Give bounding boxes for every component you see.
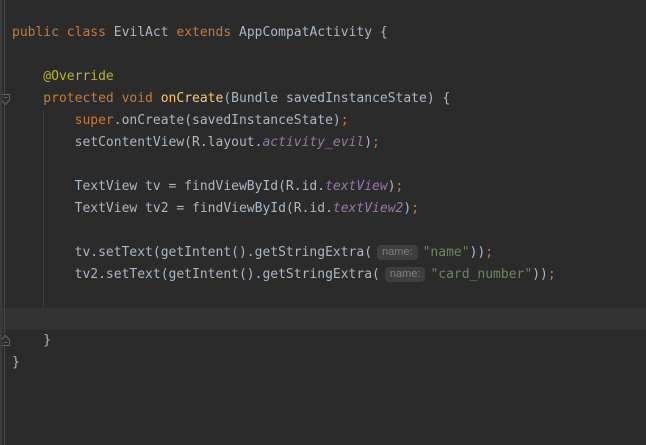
code-token-default: setContentView(R.layout. (12, 135, 262, 150)
code-token-default: ) (364, 135, 372, 150)
code-token-default: TextView tv2 = findViewById(R.id. (12, 201, 333, 216)
code-token-default: AppCompatActivity { (239, 25, 388, 40)
code-token-field: activity_evil (262, 135, 364, 150)
code-token-default: TextView tv = findViewById(R.id. (12, 179, 325, 194)
code-token-keyword: super (12, 113, 114, 128)
code-line-5[interactable]: super.onCreate(savedInstanceState); (12, 110, 556, 132)
code-token-default: tv.setText(getIntent().getStringExtra( (12, 245, 372, 260)
code-line-12[interactable]: tv2.setText(getIntent().getStringExtra( n… (12, 264, 556, 286)
code-token-default: tv2.setText(getIntent().getStringExtra( (12, 267, 380, 282)
code-token-semicolon: ; (485, 245, 493, 260)
intellij-code-editor[interactable]: public class EvilAct extends AppCompatAc… (0, 0, 646, 445)
code-token-keyword: extends (176, 25, 239, 40)
code-line-7[interactable] (12, 154, 556, 176)
code-line-10[interactable] (12, 220, 556, 242)
code-line-14[interactable] (12, 308, 556, 330)
code-token-keyword: protected void (12, 91, 161, 106)
parameter-hint-badge[interactable]: name: (377, 245, 418, 260)
code-line-1[interactable]: public class EvilAct extends AppCompatAc… (12, 22, 556, 44)
code-line-4[interactable]: protected void onCreate(Bundle savedInst… (12, 88, 556, 110)
code-line-11[interactable]: tv.setText(getIntent().getStringExtra( na… (12, 242, 556, 264)
parameter-hint-badge[interactable]: name: (385, 267, 426, 282)
code-line-2[interactable] (12, 44, 556, 66)
code-line-6[interactable]: setContentView(R.layout.activity_evil); (12, 132, 556, 154)
code-token-default: } (12, 333, 51, 348)
code-token-keyword: public class (12, 25, 114, 40)
code-token-annotation: @Override (12, 69, 114, 84)
code-token-default: ) (388, 179, 396, 194)
code-token-field: textView (325, 179, 388, 194)
code-line-3[interactable]: @Override (12, 66, 556, 88)
code-line-13[interactable] (12, 286, 556, 308)
code-token-semicolon: ; (396, 179, 404, 194)
code-token-default: EvilAct (114, 25, 177, 40)
code-line-8[interactable]: TextView tv = findViewById(R.id.textView… (12, 176, 556, 198)
code-token-string: "card_number" (430, 267, 532, 282)
code-line-9[interactable]: TextView tv2 = findViewById(R.id.textVie… (12, 198, 556, 220)
code-token-default: (Bundle savedInstanceState) { (223, 91, 450, 106)
code-token-semicolon: ; (341, 113, 349, 128)
code-token-default: ) (403, 201, 411, 216)
window-edge (0, 0, 2, 445)
code-token-field: textView2 (333, 201, 403, 216)
code-token-semicolon: ; (372, 135, 380, 150)
code-token-default: )) (470, 245, 486, 260)
code-token-semicolon: ; (411, 201, 419, 216)
code-token-default: )) (532, 267, 548, 282)
code-token-semicolon: ; (548, 267, 556, 282)
code-line-15[interactable]: } (12, 330, 556, 352)
code-area[interactable]: public class EvilAct extends AppCompatAc… (0, 0, 556, 374)
code-line-16[interactable]: } (12, 352, 556, 374)
code-token-default: .onCreate(savedInstanceState) (114, 113, 341, 128)
code-token-default: } (12, 355, 20, 370)
code-token-string: "name" (423, 245, 470, 260)
code-token-method: onCreate (161, 91, 224, 106)
